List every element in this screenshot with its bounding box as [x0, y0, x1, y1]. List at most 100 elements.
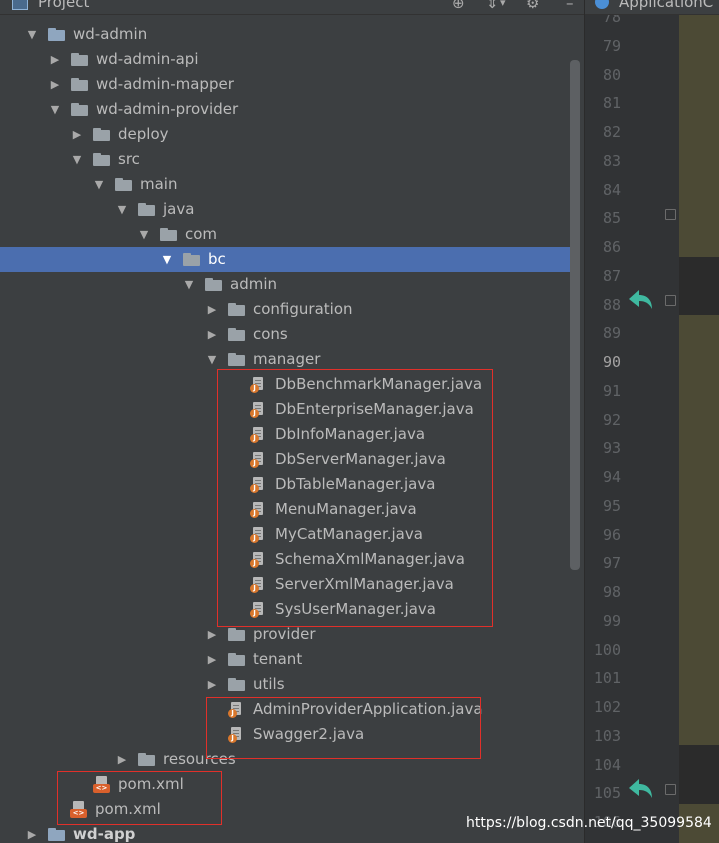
tree-folder-row[interactable]: ▼ java [0, 197, 580, 222]
folder-icon [228, 328, 245, 341]
expand-right-icon[interactable]: ▶ [71, 122, 83, 147]
folder-icon [205, 278, 222, 291]
watermark-text: https://blog.csdn.net/qq_35099584 [466, 815, 712, 831]
tree-folder-row[interactable]: ▼ com [0, 222, 580, 247]
expand-right-icon[interactable]: ▶ [206, 297, 218, 322]
tree-item-label: wd-app [73, 825, 136, 843]
tree-folder-row[interactable]: ▼ wd-admin-provider [0, 97, 580, 122]
expand-down-icon[interactable]: ▼ [138, 222, 150, 247]
tree-item-label: wd-admin-provider [96, 100, 239, 118]
tree-item-label: com [185, 225, 218, 243]
fold-marker-icon[interactable] [665, 784, 676, 795]
line-number: 104 [593, 755, 621, 774]
tree-folder-row[interactable]: ▼ bc [0, 247, 580, 272]
code-highlight-block [679, 315, 719, 745]
editor-gutter: 78 79 80 81 82 83 84 85 86 87 88 89 90 91 92 93 94 95 96 97… [585, 15, 679, 843]
line-number: 83 [602, 151, 621, 170]
folder-icon [160, 228, 177, 241]
line-number: 95 [602, 496, 621, 515]
folder-icon [228, 628, 245, 641]
expand-right-icon[interactable]: ▶ [49, 72, 61, 97]
code-area[interactable] [679, 15, 719, 843]
expand-down-icon[interactable]: ▼ [71, 147, 83, 172]
code-highlight-block [679, 15, 719, 257]
tree-item-label: main [140, 175, 178, 193]
project-icon [12, 0, 28, 10]
tree-folder-row[interactable]: ▶ cons [0, 322, 580, 347]
tree-folder-row[interactable]: ▶ configuration [0, 297, 580, 322]
line-number: 92 [602, 410, 621, 429]
tree-folder-row[interactable]: ▼ src [0, 147, 580, 172]
folder-icon [71, 103, 88, 116]
tree-folder-row[interactable]: ▶ wd-admin-api [0, 47, 580, 72]
line-number: 86 [602, 238, 621, 256]
expand-down-icon[interactable]: ▼ [183, 272, 195, 297]
dropdown-chevron-icon[interactable]: ▾ [500, 0, 506, 9]
tree-folder-row[interactable]: ▶ utils [0, 672, 580, 697]
project-panel-header: Project ⊕ ⇕ ▾ ⚙ – [0, 0, 584, 15]
tree-item-label: admin [230, 275, 277, 293]
folder-icon [93, 128, 110, 141]
tree-folder-row[interactable]: ▼ wd-admin [0, 22, 580, 47]
tree-item-label: bc [208, 250, 226, 268]
line-number: 90 [602, 353, 621, 371]
tree-item-label: cons [253, 325, 288, 343]
expand-right-icon[interactable]: ▶ [206, 322, 218, 347]
gear-icon[interactable]: ⚙ [526, 0, 539, 12]
expand-right-icon[interactable]: ▶ [26, 822, 38, 843]
fold-marker-icon[interactable] [665, 295, 676, 306]
folder-icon [138, 203, 155, 216]
implements-arrow-icon[interactable] [627, 288, 655, 312]
expand-down-icon[interactable]: ▼ [26, 22, 38, 47]
highlight-box-app-files [206, 697, 481, 759]
tree-item-label: tenant [253, 650, 303, 668]
project-panel: Project ⊕ ⇕ ▾ ⚙ – ▼ wd-admin ▶ wd-admin-api… [0, 0, 584, 843]
line-number: 89 [602, 324, 621, 343]
tree-folder-row[interactable]: ▼ admin [0, 272, 580, 297]
tree-folder-row[interactable]: ▶ wd-admin-mapper [0, 72, 580, 97]
class-file-icon [595, 0, 609, 9]
line-number: 80 [602, 65, 621, 84]
collapse-icon[interactable]: ⇕ [486, 0, 499, 12]
expand-down-icon[interactable]: ▼ [161, 247, 173, 272]
locate-icon[interactable]: ⊕ [452, 0, 465, 12]
expand-down-icon[interactable]: ▼ [116, 197, 128, 222]
line-number: 105 [593, 784, 621, 803]
line-number: 103 [593, 726, 621, 745]
implements-arrow-icon[interactable] [627, 777, 655, 801]
folder-icon [228, 653, 245, 666]
tree-folder-row[interactable]: ▼ main [0, 172, 580, 197]
tree-folder-row[interactable]: ▶ tenant [0, 647, 580, 672]
highlight-box-manager-files [217, 369, 493, 627]
expand-right-icon[interactable]: ▶ [49, 47, 61, 72]
tree-item-label: wd-admin-api [96, 50, 199, 68]
line-number: 79 [602, 36, 621, 55]
folder-icon [115, 178, 132, 191]
tree-folder-row[interactable]: ▶ deploy [0, 122, 580, 147]
line-number: 87 [602, 266, 621, 285]
fold-marker-icon[interactable] [665, 209, 676, 220]
expand-right-icon[interactable]: ▶ [206, 672, 218, 697]
tree-scrollbar[interactable] [570, 60, 580, 570]
editor-tab-label: ApplicationC [619, 0, 714, 11]
hide-panel-icon[interactable]: – [566, 0, 574, 12]
line-number: 101 [593, 669, 621, 688]
line-number: 88 [602, 295, 621, 314]
folder-icon [71, 53, 88, 66]
expand-down-icon[interactable]: ▼ [93, 172, 105, 197]
folder-icon [71, 78, 88, 91]
folder-icon [93, 153, 110, 166]
project-panel-title: Project [38, 0, 90, 11]
expand-right-icon[interactable]: ▶ [116, 747, 128, 772]
folder-icon [228, 303, 245, 316]
expand-right-icon[interactable]: ▶ [206, 647, 218, 672]
editor-tab[interactable]: ApplicationC [585, 0, 719, 15]
tree-item-label: wd-admin [73, 25, 148, 43]
folder-icon [138, 753, 155, 766]
folder-icon [228, 353, 245, 366]
expand-down-icon[interactable]: ▼ [49, 97, 61, 122]
folder-icon [48, 828, 65, 841]
line-number: 78 [602, 15, 621, 26]
line-number: 96 [602, 525, 621, 544]
folder-icon [228, 678, 245, 691]
